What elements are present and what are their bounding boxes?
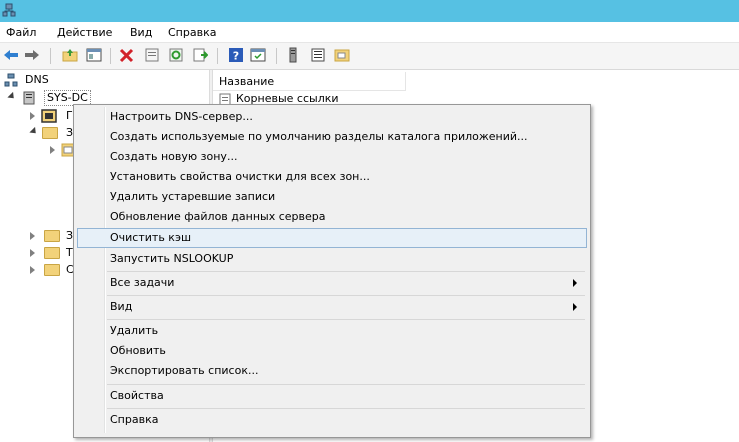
menu-item-label: Запустить NSLOOKUP xyxy=(110,252,234,265)
tree-label-dns: DNS xyxy=(25,73,49,86)
menu-item-delete[interactable]: Удалить xyxy=(77,321,587,341)
toolbar-separator xyxy=(110,48,111,64)
dns-icon xyxy=(4,73,18,87)
context-menu: Настроить DNS-сервер... Создать использу… xyxy=(73,104,591,438)
menu-item-set-aging[interactable]: Установить свойства очистки для всех зон… xyxy=(77,167,587,187)
server-icon[interactable] xyxy=(285,47,301,63)
tree-label-node-5: Т xyxy=(66,246,73,259)
menu-item-all-tasks[interactable]: Все задачи xyxy=(77,273,587,293)
submenu-arrow-icon xyxy=(573,279,577,287)
expand-arrow-icon[interactable] xyxy=(30,232,35,240)
menu-separator xyxy=(107,319,585,320)
menu-separator xyxy=(107,271,585,272)
title-bar xyxy=(0,0,739,22)
svg-text:?: ? xyxy=(233,50,239,63)
expand-arrow-icon[interactable] xyxy=(30,249,35,257)
menu-view[interactable]: Вид xyxy=(130,26,152,39)
global-logs-icon xyxy=(41,109,57,123)
menu-item-scavenge[interactable]: Удалить устаревшие записи xyxy=(77,187,587,207)
up-folder-icon[interactable] xyxy=(62,47,78,63)
menu-file[interactable]: Файл xyxy=(6,26,36,39)
menu-item-label: Свойства xyxy=(110,389,164,402)
folder-icon xyxy=(42,127,58,139)
expand-arrow-icon[interactable] xyxy=(7,91,17,102)
menu-item-clear-cache[interactable]: Очистить кэш xyxy=(77,228,587,248)
menu-item-export[interactable]: Экспортировать список... xyxy=(77,361,587,381)
properties-icon[interactable] xyxy=(144,47,160,63)
refresh-icon[interactable] xyxy=(168,47,184,63)
delete-icon[interactable] xyxy=(119,47,135,63)
menu-item-label: Установить свойства очистки для всех зон… xyxy=(110,170,370,183)
export-icon[interactable] xyxy=(192,47,208,63)
folder-icon xyxy=(44,264,60,276)
help-icon[interactable]: ? xyxy=(228,47,244,63)
folder-icon xyxy=(44,247,60,259)
expand-arrow-icon[interactable] xyxy=(29,126,39,137)
toolbar: ? xyxy=(0,43,739,70)
expand-arrow-icon[interactable] xyxy=(30,266,35,274)
menu-item-refresh[interactable]: Обновить xyxy=(77,341,587,361)
menu-item-configure-dns[interactable]: Настроить DNS-сервер... xyxy=(77,107,587,127)
menu-help[interactable]: Справка xyxy=(168,26,216,39)
folder-icon[interactable] xyxy=(334,47,350,63)
column-header-label: Название xyxy=(219,75,275,88)
menu-item-label: Экспортировать список... xyxy=(110,364,259,377)
toolbar-separator xyxy=(276,48,277,64)
expand-arrow-icon[interactable] xyxy=(50,146,55,154)
toolbar-separator xyxy=(50,48,51,64)
menu-item-update-files[interactable]: Обновление файлов данных сервера xyxy=(77,207,587,227)
dns-app-icon xyxy=(2,3,16,17)
menu-item-label: Создать новую зону... xyxy=(110,150,238,163)
folder-icon xyxy=(44,230,60,242)
menu-item-label: Обновить xyxy=(110,344,166,357)
menu-item-view[interactable]: Вид xyxy=(77,297,587,317)
menu-item-label: Справка xyxy=(110,413,159,426)
menu-item-label: Настроить DNS-сервер... xyxy=(110,110,253,123)
back-icon[interactable] xyxy=(3,47,19,63)
forward-icon[interactable] xyxy=(24,47,40,63)
menu-item-create-partitions[interactable]: Создать используемые по умолчанию раздел… xyxy=(77,127,587,147)
menu-item-label: Создать используемые по умолчанию раздел… xyxy=(110,130,528,143)
menu-separator xyxy=(107,295,585,296)
menu-item-label: Очистить кэш xyxy=(110,231,192,244)
menu-bar: Файл Действие Вид Справка xyxy=(0,22,739,43)
menu-separator xyxy=(107,384,585,385)
menu-action[interactable]: Действие xyxy=(57,26,112,39)
server-node-icon xyxy=(23,91,35,105)
menu-item-label: Обновление файлов данных сервера xyxy=(110,210,326,223)
menu-item-label: Удалить xyxy=(110,324,159,337)
menu-item-label: Удалить устаревшие записи xyxy=(110,190,276,203)
menu-item-label: Все задачи xyxy=(110,276,175,289)
console-icon[interactable] xyxy=(250,47,266,63)
toolbar-separator xyxy=(217,48,218,64)
column-header-name[interactable]: Название xyxy=(213,72,406,91)
menu-item-new-zone[interactable]: Создать новую зону... xyxy=(77,147,587,167)
menu-item-nslookup[interactable]: Запустить NSLOOKUP xyxy=(77,249,587,269)
menu-item-label: Вид xyxy=(110,300,133,313)
tree-label-node-4: З xyxy=(66,229,74,242)
menu-item-help[interactable]: Справка xyxy=(77,410,587,430)
list-icon[interactable] xyxy=(310,47,326,63)
menu-item-properties[interactable]: Свойства xyxy=(77,386,587,406)
tree-label-node-1: Г xyxy=(66,109,73,122)
menu-separator xyxy=(107,408,585,409)
expand-arrow-icon[interactable] xyxy=(30,112,35,120)
tree-label-node-2: З xyxy=(66,126,74,139)
show-tree-icon[interactable] xyxy=(86,47,102,63)
submenu-arrow-icon xyxy=(573,303,577,311)
